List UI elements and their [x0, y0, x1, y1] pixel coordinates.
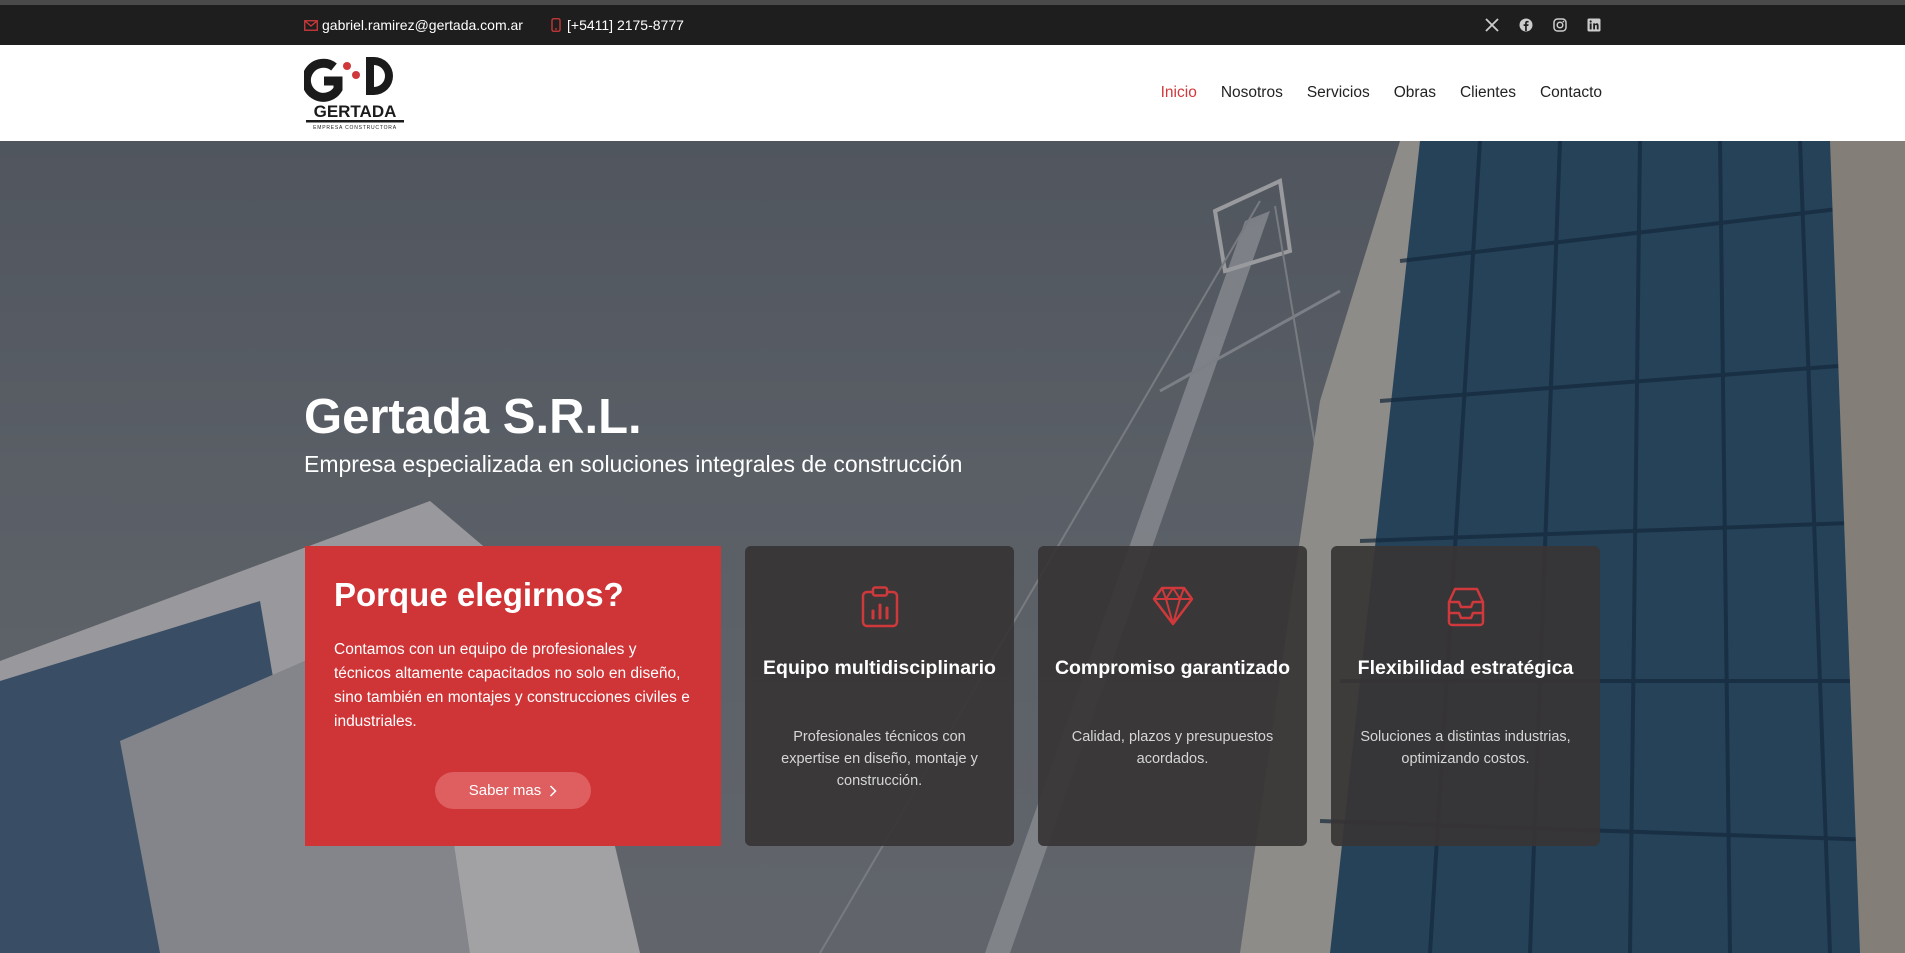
clipboard-chart-icon	[861, 586, 898, 628]
gertada-logo[interactable]: GERTADA EMPRESA CONSTRUCTORA	[301, 53, 406, 133]
topbar: gabriel.ramirez@gertada.com.ar [+5411] 2…	[0, 5, 1905, 45]
hero-subtitle: Empresa especializada en soluciones inte…	[304, 451, 963, 477]
card-text: Soluciones a distintas industrias, optim…	[1360, 729, 1571, 767]
feature-card-equipo: Equipo multidisciplinario Profesionales …	[745, 546, 1014, 846]
topbar-email[interactable]: gabriel.ramirez@gertada.com.ar	[304, 5, 523, 45]
main-nav: Inicio Nosotros Servicios Obras Clientes…	[1161, 45, 1602, 141]
diamond-icon	[1152, 586, 1193, 626]
chevron-right-icon	[550, 784, 557, 797]
email-text[interactable]: gabriel.ramirez@gertada.com.ar	[322, 17, 523, 33]
topbar-phone[interactable]: [+5411] 2175-8777	[551, 5, 684, 45]
hero-title: Gertada S.R.L.	[304, 390, 642, 444]
nav-contacto[interactable]: Contacto	[1540, 84, 1602, 102]
hero-section: Gertada S.R.L. Empresa especializada en …	[0, 141, 1905, 953]
phone-text[interactable]: [+5411] 2175-8777	[567, 17, 684, 33]
nav-obras[interactable]: Obras	[1394, 84, 1436, 102]
nav-servicios[interactable]: Servicios	[1307, 84, 1370, 102]
card-text: Profesionales técnicos con expertise en …	[781, 729, 978, 789]
why-text: Contamos con un equipo de profesionales …	[334, 641, 690, 730]
why-choose-us-box: Porque elegirnos? Contamos con un equipo…	[305, 546, 721, 846]
saber-mas-label[interactable]: Saber mas	[469, 782, 542, 799]
facebook-icon[interactable]	[1518, 17, 1534, 33]
linkedin-icon[interactable]	[1586, 17, 1602, 33]
svg-text:EMPRESA CONSTRUCTORA: EMPRESA CONSTRUCTORA	[313, 125, 397, 131]
card-title: Flexibilidad estratégica	[1357, 657, 1574, 679]
x-icon[interactable]	[1484, 17, 1500, 33]
card-title: Equipo multidisciplinario	[763, 657, 996, 679]
card-title: Compromiso garantizado	[1054, 657, 1291, 679]
instagram-icon[interactable]	[1552, 17, 1568, 33]
envelope-icon	[304, 19, 318, 31]
site-header: GERTADA EMPRESA CONSTRUCTORA Inicio Noso…	[0, 45, 1905, 141]
saber-mas-button[interactable]: Saber mas	[435, 772, 591, 809]
why-title: Porque elegirnos?	[334, 576, 624, 613]
phone-icon	[551, 18, 561, 32]
feature-card-compromiso: Compromiso garantizado Calidad, plazos y…	[1038, 546, 1307, 846]
inbox-stack-icon	[1447, 587, 1484, 627]
feature-card-flexibilidad: Flexibilidad estratégica Soluciones a di…	[1331, 546, 1600, 846]
nav-clientes[interactable]: Clientes	[1460, 84, 1516, 102]
nav-nosotros[interactable]: Nosotros	[1221, 84, 1283, 102]
nav-inicio[interactable]: Inicio	[1161, 84, 1197, 102]
card-text: Calidad, plazos y presupuestos acordados…	[1071, 729, 1274, 767]
social-links	[1484, 5, 1602, 45]
svg-text:GERTADA: GERTADA	[314, 102, 397, 121]
